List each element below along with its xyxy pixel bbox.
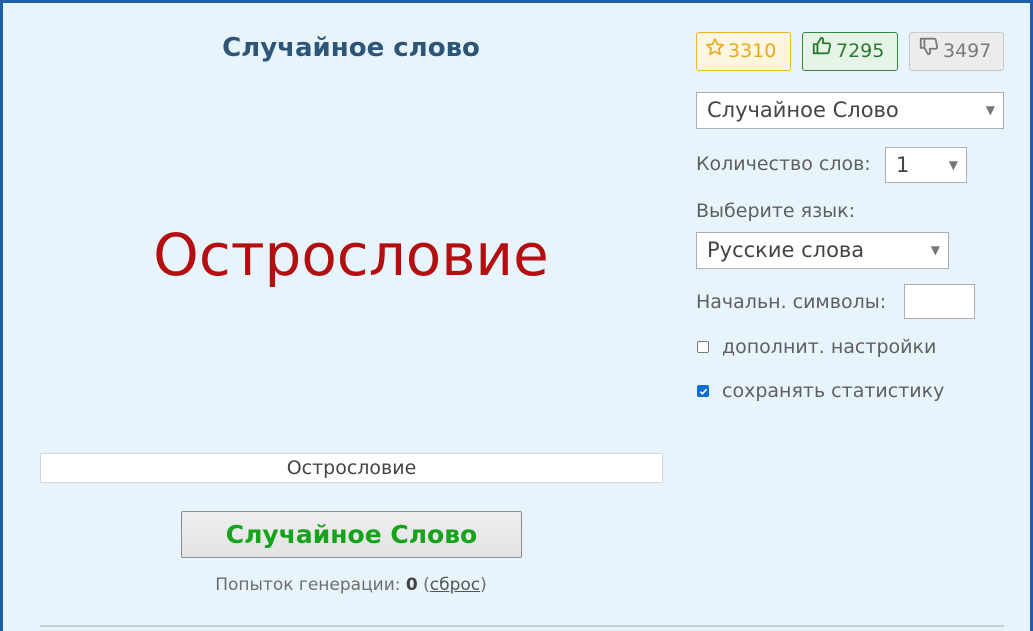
language-select[interactable]: Русские слова ▼ xyxy=(696,232,949,269)
extra-settings-checkbox[interactable] xyxy=(697,341,709,353)
thumbs-up-icon xyxy=(811,33,836,70)
word-count-value: 1 xyxy=(896,153,910,177)
attempts-label: Попыток генерации: xyxy=(215,575,401,595)
start-chars-input[interactable] xyxy=(904,284,975,319)
favorite-count: 3310 xyxy=(728,40,777,62)
like-button[interactable]: 7295 xyxy=(802,32,898,71)
language-select-value: Русские слова xyxy=(707,238,865,262)
app-frame: Случайное слово Острословие Острословие … xyxy=(0,0,1033,631)
caret-down-icon: ▼ xyxy=(948,158,958,172)
favorite-button[interactable]: 3310 xyxy=(696,32,791,71)
generator-select-value: Случайное Слово xyxy=(707,98,899,122)
word-count-label: Количество слов: xyxy=(696,153,871,175)
attempts-count: 0 xyxy=(405,575,418,595)
word-output-field[interactable]: Острословие xyxy=(40,453,663,483)
generated-word: Острословие xyxy=(153,221,549,289)
thumbs-down-icon xyxy=(918,33,943,70)
page-title: Случайное слово xyxy=(222,33,480,63)
word-count-select[interactable]: 1 ▼ xyxy=(885,147,967,183)
caret-down-icon: ▼ xyxy=(985,103,995,117)
extra-settings-label: дополнит. настройки xyxy=(722,336,937,358)
divider xyxy=(40,625,1004,627)
reset-link[interactable]: сброс xyxy=(430,575,480,595)
save-stats-label: сохранять статистику xyxy=(722,380,945,402)
language-label: Выберите язык: xyxy=(696,200,856,222)
generator-select[interactable]: Случайное Слово ▼ xyxy=(696,92,1004,129)
dislike-count: 3497 xyxy=(943,40,992,62)
extra-settings-row: дополнит. настройки xyxy=(696,333,936,361)
attempts-counter: Попыток генерации: 0 (сброс) xyxy=(215,575,487,595)
start-chars-label: Начальн. символы: xyxy=(696,291,887,313)
star-icon xyxy=(705,33,728,70)
save-stats-row: сохранять статистику xyxy=(696,377,944,405)
generate-word-button[interactable]: Случайное Слово xyxy=(181,511,522,558)
caret-down-icon: ▼ xyxy=(930,243,940,257)
save-stats-checkbox[interactable] xyxy=(697,385,709,397)
like-count: 7295 xyxy=(836,40,885,62)
dislike-button[interactable]: 3497 xyxy=(909,32,1004,71)
